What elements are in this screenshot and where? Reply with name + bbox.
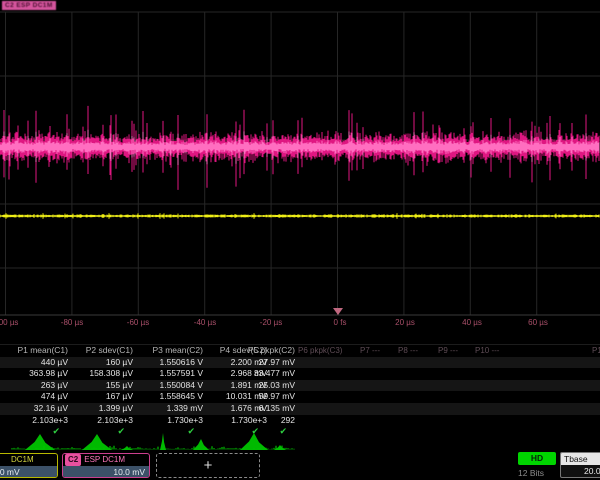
plus-icon: + <box>204 457 213 474</box>
stat-sdev: 6.135 mV <box>175 403 295 415</box>
grid-svg <box>0 0 600 316</box>
histicon-strip[interactable] <box>0 431 600 451</box>
timebase-descriptor[interactable]: Tbase 20.0 µs <box>560 452 600 478</box>
waveform-grid[interactable] <box>0 0 600 316</box>
trigger-position-icon[interactable] <box>333 308 343 315</box>
time-label: -60 µs <box>127 318 149 327</box>
hd-mode-badge[interactable]: HD <box>518 452 556 465</box>
histicon-peak[interactable] <box>25 434 55 450</box>
channel-descriptor-c2[interactable]: C2ESP DC1M 10.0 mV <box>62 453 150 478</box>
tbase-value: 20.0 µs <box>561 465 600 477</box>
histicon-peak[interactable] <box>240 433 268 450</box>
histicon-peak[interactable] <box>160 433 166 450</box>
trace-info-badge[interactable]: C2 ESP DC1M <box>2 1 56 10</box>
time-label: -100 µs <box>0 318 18 327</box>
c2-channel-chip: C2 <box>65 454 81 466</box>
oscilloscope-screen: C2 ESP DC1M -100 µs -80 µs -60 µs -40 µs… <box>0 0 600 480</box>
hd-bits-label: 12 Bits <box>518 468 544 478</box>
c2-vdiv-value: 10.0 mV <box>63 466 149 478</box>
stat-num: 292 <box>175 415 295 427</box>
time-label-trigger: 0 fs <box>334 318 347 327</box>
c1-coupling-label: DC1M <box>0 454 57 466</box>
param-header-p9[interactable]: P9 --- <box>438 345 458 357</box>
param-header-p10[interactable]: P10 --- <box>475 345 499 357</box>
add-trace-button[interactable]: + <box>156 453 260 478</box>
param-header-p11[interactable]: P11 <box>592 345 600 357</box>
param-header-p6[interactable]: P6 pkpk(C3) <box>298 345 342 357</box>
param-header-p5[interactable]: P5 pkpk(C2) <box>175 345 295 357</box>
c2-coupling-label: ESP DC1M <box>81 455 125 464</box>
stat-max: 59.97 mV <box>175 391 295 403</box>
histicon-peak[interactable] <box>193 439 209 450</box>
time-label: 20 µs <box>395 318 415 327</box>
stat-min: 25.03 mV <box>175 380 295 392</box>
param-header-p8[interactable]: P8 --- <box>398 345 418 357</box>
param-header-p7[interactable]: P7 --- <box>360 345 380 357</box>
time-label: -80 µs <box>61 318 83 327</box>
channel-descriptor-c1[interactable]: DC1M 10.0 mV <box>0 453 58 478</box>
tbase-title: Tbase <box>561 453 600 465</box>
histicon-peak[interactable] <box>82 434 112 450</box>
stat-value: 27.97 mV <box>175 357 295 369</box>
time-label: -20 µs <box>260 318 282 327</box>
histicon-svg <box>0 431 600 451</box>
time-label: 60 µs <box>528 318 548 327</box>
time-axis: -100 µs -80 µs -60 µs -40 µs -20 µs 0 fs… <box>0 317 600 331</box>
param-column-p5: P5 pkpk(C2) 27.97 mV 33.477 mV 25.03 mV … <box>175 345 295 438</box>
time-label: 40 µs <box>462 318 482 327</box>
histicon-peak[interactable] <box>121 446 133 450</box>
time-label: -40 µs <box>194 318 216 327</box>
stat-mean: 33.477 mV <box>175 368 295 380</box>
measurement-table: P1 mean(C1) 440 µV 363.98 µV 263 µV 474 … <box>0 344 600 439</box>
c1-vdiv-value: 10.0 mV <box>0 466 57 478</box>
